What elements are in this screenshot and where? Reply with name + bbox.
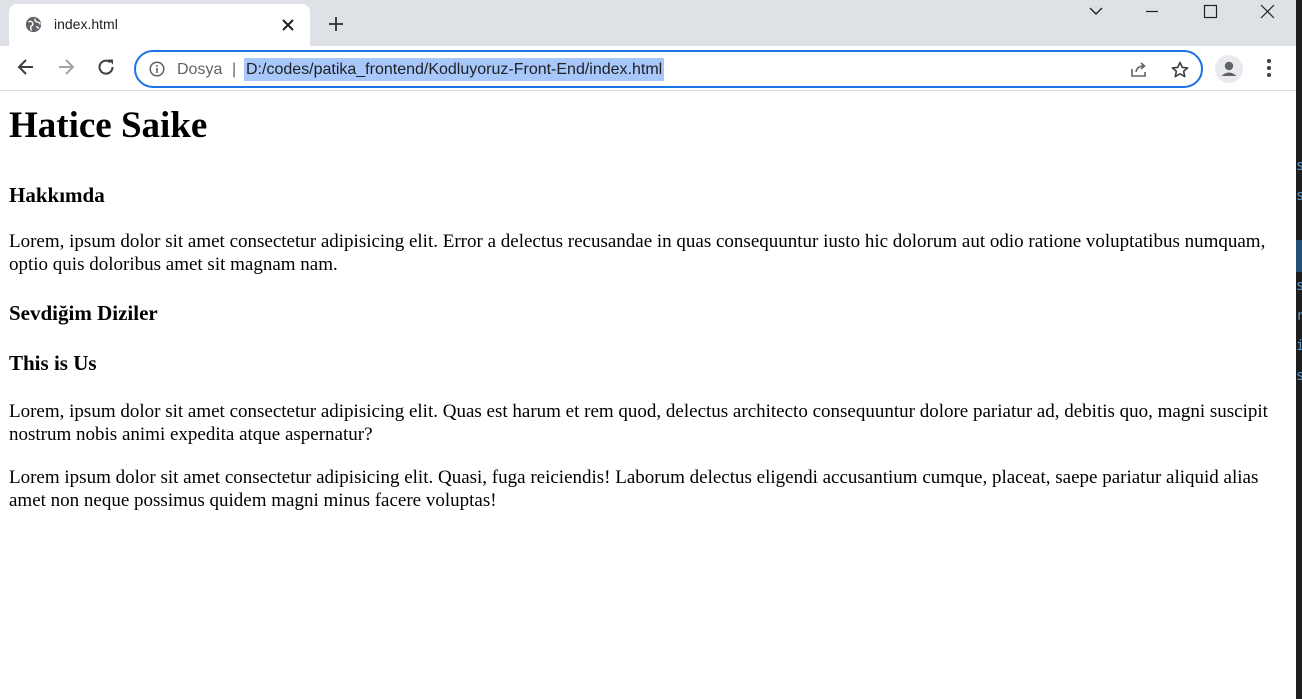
editor-glyph: s (1296, 368, 1302, 384)
profile-button[interactable] (1215, 55, 1243, 83)
minimize-button[interactable] (1132, 0, 1172, 24)
arrow-right-icon[interactable] (55, 56, 77, 78)
editor-window-sliver: s s s r i s (1296, 0, 1302, 699)
close-icon (1260, 4, 1275, 19)
plus-icon[interactable] (326, 14, 346, 34)
maximize-button[interactable] (1190, 0, 1230, 24)
tab-index-html[interactable]: index.html (9, 4, 310, 46)
close-icon[interactable] (279, 16, 297, 34)
site-info-label[interactable]: Dosya (177, 60, 222, 79)
show-title: This is Us (9, 351, 97, 375)
editor-glyph: s (1296, 278, 1302, 294)
globe-icon (25, 16, 42, 33)
editor-glyph: s (1296, 188, 1302, 204)
address-bar[interactable]: Dosya | D:/codes/patika_frontend/Kodluyo… (134, 50, 1203, 88)
arrow-left-icon[interactable] (15, 56, 37, 78)
editor-line-highlight (1296, 240, 1302, 272)
url-text[interactable]: D:/codes/patika_frontend/Kodluyoruz-Fron… (244, 58, 665, 81)
favorites-heading: Sevdiğim Diziler (9, 301, 158, 325)
minimize-icon (1146, 10, 1158, 13)
chip-separator: | (232, 61, 237, 78)
editor-glyph: s (1296, 158, 1302, 174)
star-icon[interactable] (1170, 60, 1190, 80)
chevron-down-icon (1089, 7, 1103, 15)
editor-glyph: r (1296, 308, 1302, 324)
page-title: Hatice Saike (9, 105, 208, 146)
browser-window: index.html Dosya | D:/codes/patika_front… (0, 0, 1296, 699)
reload-icon[interactable] (95, 56, 117, 78)
show-paragraph-1: Lorem, ipsum dolor sit amet consectetur … (9, 401, 1268, 445)
kebab-menu-icon[interactable] (1260, 57, 1278, 79)
editor-glyph: i (1296, 338, 1302, 354)
about-paragraph: Lorem, ipsum dolor sit amet consectetur … (9, 231, 1266, 275)
browser-toolbar: Dosya | D:/codes/patika_frontend/Kodluyo… (0, 46, 1296, 91)
tab-search-button[interactable] (1076, 0, 1116, 24)
show-paragraph-2: Lorem ipsum dolor sit amet consectetur a… (9, 467, 1259, 511)
page-content: Hatice Saike Hakkımda Lorem, ipsum dolor… (9, 92, 1289, 512)
close-window-button[interactable] (1248, 0, 1288, 24)
share-icon[interactable] (1129, 60, 1149, 80)
about-heading: Hakkımda (9, 183, 105, 207)
maximize-icon (1203, 4, 1218, 19)
tab-title: index.html (54, 16, 118, 32)
tab-strip: index.html (0, 0, 1296, 46)
info-icon[interactable] (149, 61, 165, 77)
person-icon (1221, 61, 1237, 76)
